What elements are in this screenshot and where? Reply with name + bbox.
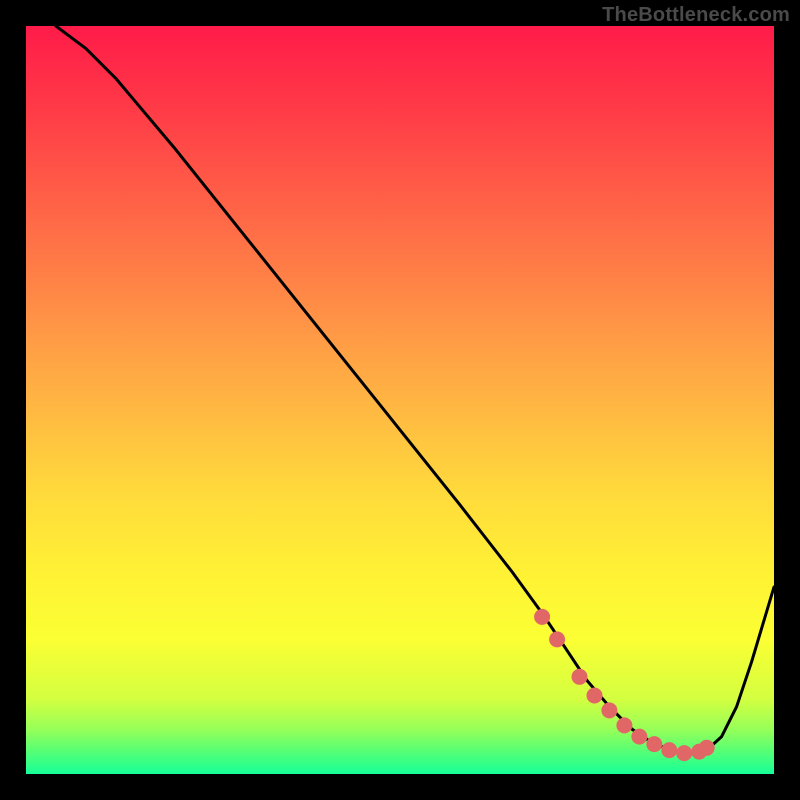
optimal-dot [676, 745, 692, 761]
optimal-dot [572, 669, 588, 685]
optimal-dot [616, 717, 632, 733]
optimal-dot [661, 742, 677, 758]
plot-area [26, 26, 774, 774]
optimal-dot [534, 609, 550, 625]
optimal-dot [699, 740, 715, 756]
optimal-dot [631, 729, 647, 745]
optimal-dot [646, 736, 662, 752]
chart-frame: TheBottleneck.com [0, 0, 800, 800]
watermark-text: TheBottleneck.com [602, 4, 790, 27]
chart-svg [26, 26, 774, 774]
optimal-dot [587, 688, 603, 704]
gradient-background [26, 26, 774, 774]
optimal-dot [601, 702, 617, 718]
optimal-dot [549, 631, 565, 647]
